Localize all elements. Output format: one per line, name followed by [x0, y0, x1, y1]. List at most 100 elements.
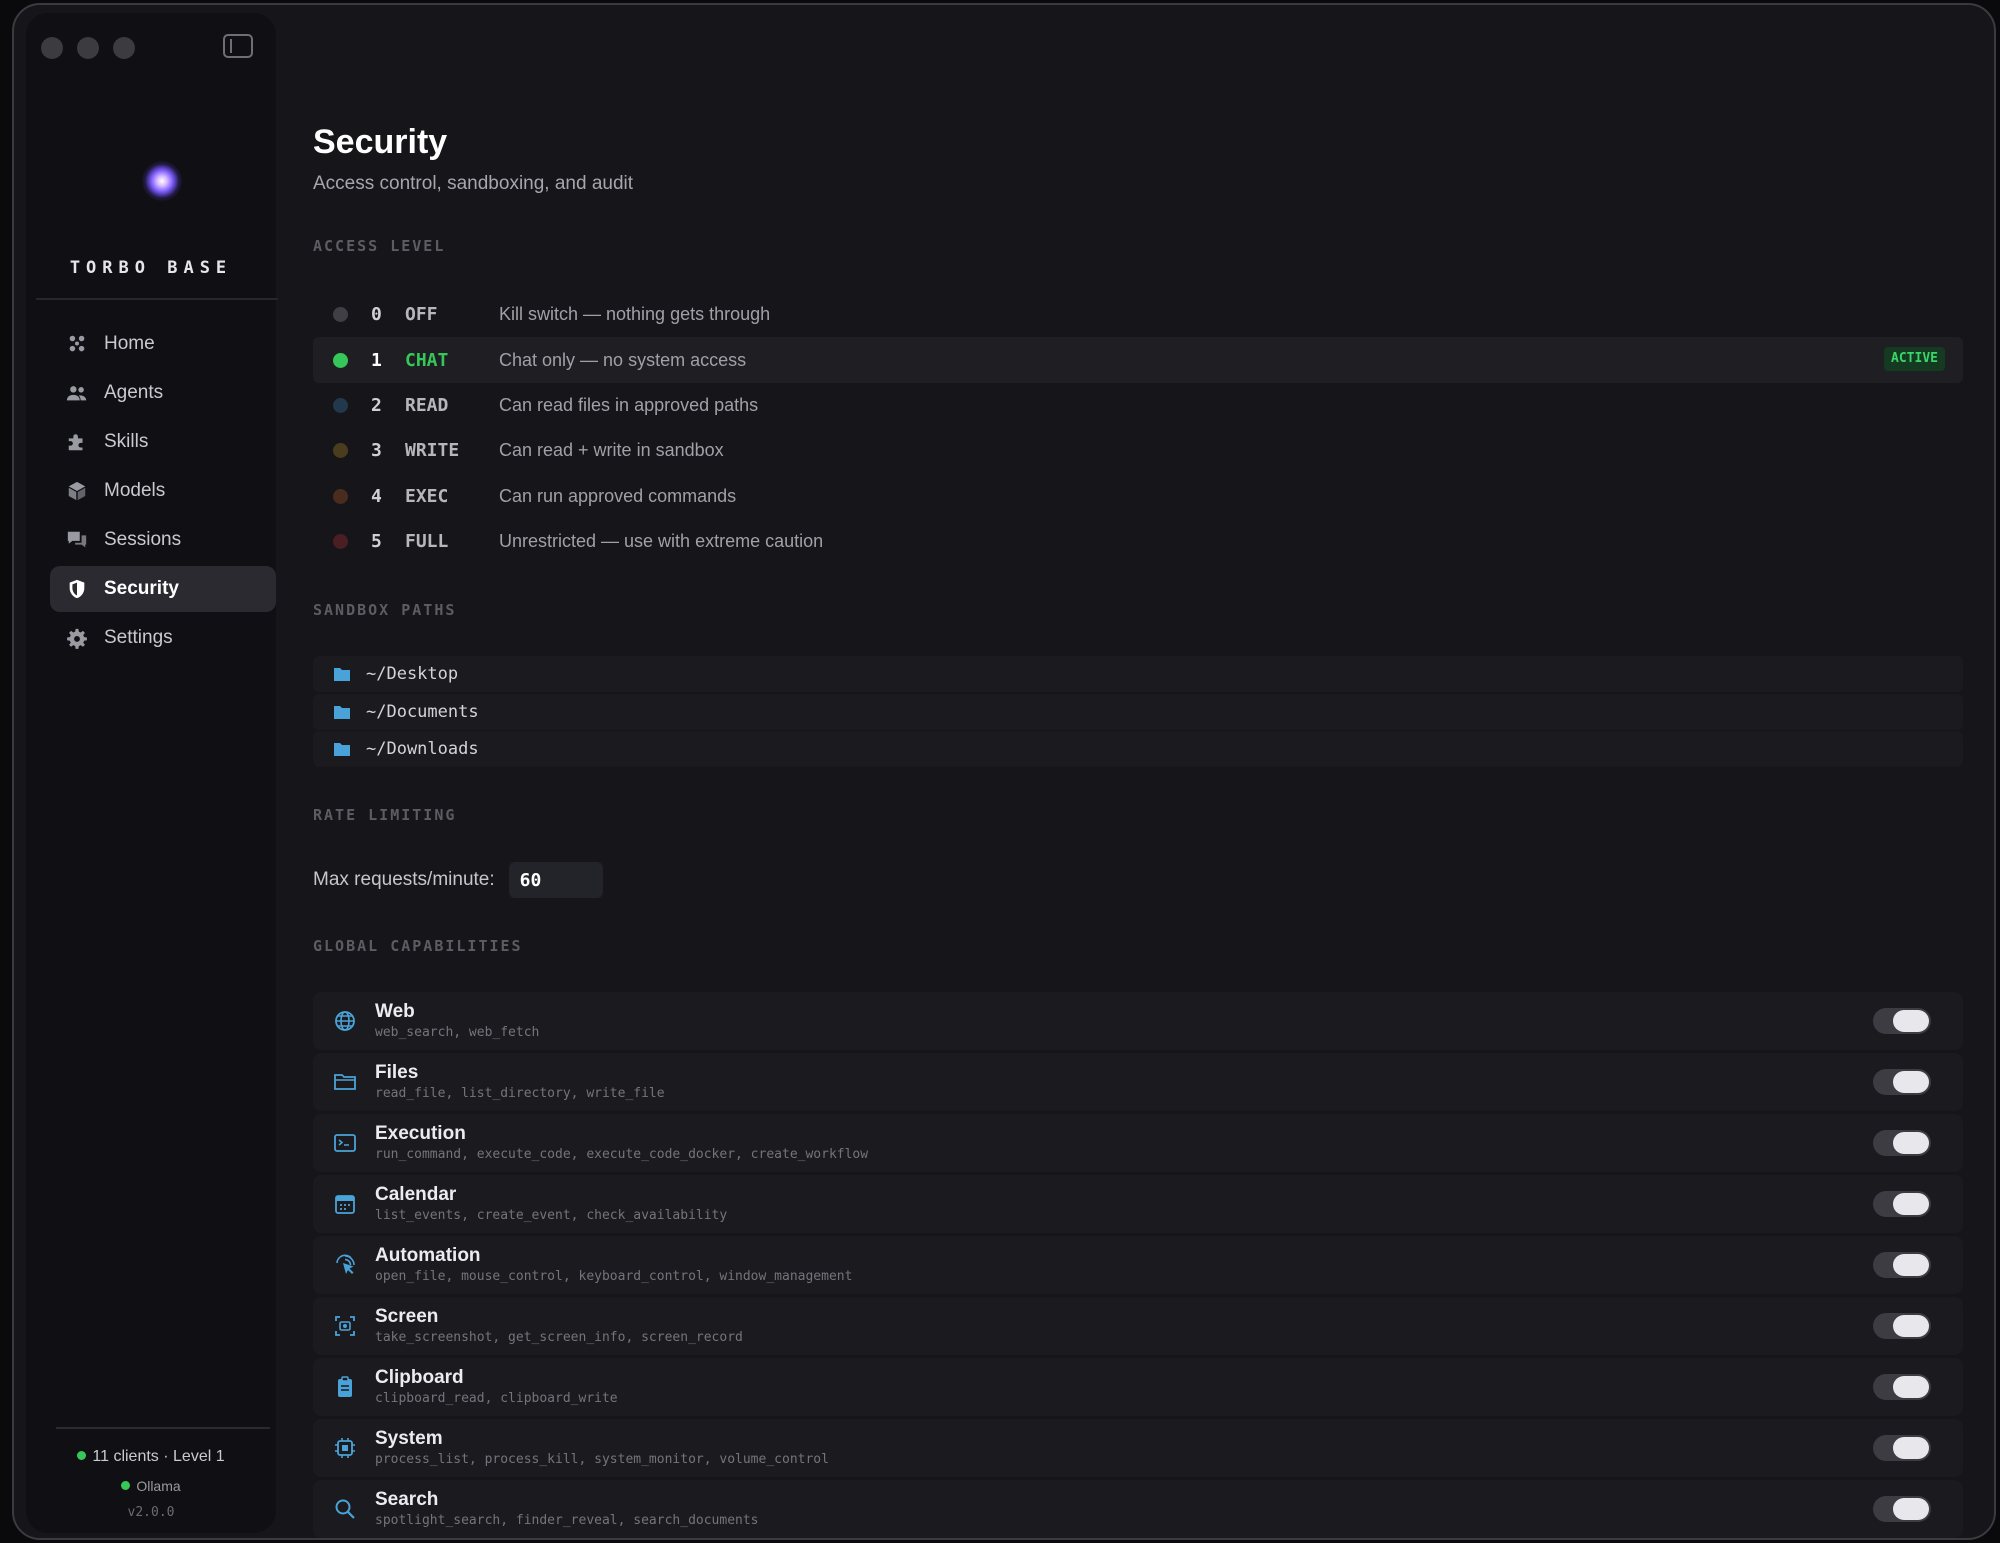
sidebar-nav: Home Agents Skills Models Sessions Secur… — [50, 321, 276, 664]
capability-tools: take_screenshot, get_screen_info, screen… — [375, 1329, 743, 1345]
app-version: v2.0.0 — [127, 1505, 175, 1520]
capability-name: Search — [375, 1488, 439, 1510]
capability-text: Execution run_command, execute_code, exec… — [375, 1123, 868, 1164]
brand-name: TORBO BASE — [69, 258, 233, 278]
level-number: 3 — [371, 440, 382, 462]
sidebar-item-security[interactable]: Security — [50, 566, 276, 612]
capability-toggle[interactable] — [1873, 1496, 1931, 1522]
home-icon — [69, 335, 85, 352]
capability-toggle[interactable] — [1873, 1252, 1931, 1278]
capability-row-screen: Screen take_screenshot, get_screen_info, … — [313, 1297, 1963, 1355]
sidebar-item-skills[interactable]: Skills — [50, 419, 276, 465]
connection-status: 11 clients · Level 1 — [26, 1448, 276, 1466]
sidebar-item-models[interactable]: Models — [50, 468, 276, 514]
sidebar-item-label: Settings — [104, 627, 173, 648]
app-window: TORBO BASE Home Agents Skills Models Ses… — [12, 3, 1996, 1540]
terminal-icon — [334, 1134, 356, 1152]
capability-toggle[interactable] — [1873, 1130, 1931, 1156]
level-description: Can run approved commands — [499, 485, 737, 506]
capability-toggle[interactable] — [1873, 1069, 1931, 1095]
toggle-knob — [1893, 1376, 1929, 1398]
max-requests-input[interactable] — [508, 862, 603, 898]
capability-text: Search spotlight_search, finder_reveal, s… — [375, 1489, 759, 1530]
capability-toggle[interactable] — [1873, 1191, 1931, 1217]
shield-icon — [69, 579, 85, 599]
capability-tools: run_command, execute_code, execute_code_… — [375, 1146, 869, 1162]
sandbox-path-row[interactable]: ~/Downloads — [313, 731, 1963, 767]
sandbox-path-row[interactable]: ~/Documents — [313, 693, 1963, 730]
capability-tools: read_file, list_directory, write_file — [375, 1085, 665, 1101]
capability-text: Automation open_file, mouse_control, keyb… — [375, 1245, 852, 1286]
sidebar: TORBO BASE Home Agents Skills Models Ses… — [26, 13, 278, 1533]
capability-toggle[interactable] — [1873, 1435, 1931, 1461]
access-level-full[interactable]: 5 FULL Unrestricted — use with extreme cau… — [313, 519, 1963, 564]
capability-row-search: Search spotlight_search, finder_reveal, s… — [313, 1480, 1963, 1538]
capability-text: Clipboard clipboard_read, clipboard_write — [375, 1367, 618, 1408]
capability-name: Screen — [375, 1305, 439, 1327]
level-number: 1 — [371, 349, 382, 371]
sidebar-item-home[interactable]: Home — [50, 321, 276, 367]
sandbox-path-row[interactable]: ~/Desktop — [313, 656, 1963, 692]
sidebar-item-agents[interactable]: Agents — [50, 370, 276, 416]
folder-icon — [334, 705, 350, 719]
folder-icon — [334, 668, 350, 681]
level-number: 5 — [371, 531, 382, 553]
active-badge: ACTIVE — [1884, 347, 1945, 372]
sidebar-footer-divider — [56, 1427, 270, 1429]
sidebar-divider — [36, 298, 278, 300]
sidebar-item-settings[interactable]: Settings — [50, 615, 276, 661]
capability-text: Calendar list_events, create_event, check… — [375, 1184, 727, 1225]
capability-text: System process_list, process_kill, system… — [375, 1428, 829, 1469]
capability-tools: process_list, process_kill, system_monit… — [375, 1451, 829, 1467]
clipboard-icon — [338, 1376, 352, 1397]
toggle-knob — [1893, 1132, 1929, 1154]
capability-row-execution: Execution run_command, execute_code, exec… — [313, 1114, 1963, 1172]
level-description: Unrestricted — use with extreme caution — [499, 531, 824, 552]
level-name: FULL — [405, 531, 449, 553]
level-description: Chat only — no system access — [499, 349, 747, 370]
page-subtitle: Access control, sandboxing, and audit — [313, 173, 634, 194]
access-level-write[interactable]: 3 WRITE Can read + write in sandbox — [313, 428, 1963, 473]
minimize-window-button[interactable] — [77, 37, 99, 59]
level-number: 2 — [371, 394, 382, 416]
sidebar-item-label: Security — [104, 578, 179, 599]
rate-limiting-heading: RATE LIMITING — [313, 806, 457, 824]
cube-icon — [68, 481, 86, 501]
capability-toggle[interactable] — [1873, 1374, 1931, 1400]
sidebar-item-label: Skills — [104, 431, 149, 452]
access-level-chat[interactable]: 1 CHAT Chat only — no system access ACTIVE — [313, 337, 1963, 383]
capability-toggle[interactable] — [1873, 1313, 1931, 1339]
maximize-window-button[interactable] — [113, 37, 135, 59]
level-name: READ — [405, 394, 449, 416]
access-level-off[interactable]: 0 OFF Kill switch — nothing gets through — [313, 292, 1963, 337]
capability-text: Screen take_screenshot, get_screen_info, … — [375, 1306, 743, 1347]
ollama-status: Ollama — [26, 1478, 276, 1494]
capability-name: Execution — [375, 1122, 466, 1144]
access-level-read[interactable]: 2 READ Can read files in approved paths — [313, 383, 1963, 428]
sidebar-item-sessions[interactable]: Sessions — [50, 517, 276, 563]
folder-icon — [334, 1074, 356, 1090]
connection-status-text: 11 clients · Level 1 — [92, 1448, 225, 1465]
capability-toggle[interactable] — [1873, 1008, 1931, 1034]
level-indicator-icon — [333, 352, 348, 368]
level-indicator-icon — [333, 443, 348, 459]
access-level-list: 0 OFF Kill switch — nothing gets through 1 C… — [313, 292, 1963, 564]
toggle-knob — [1893, 1437, 1929, 1459]
globe-icon — [335, 1011, 355, 1031]
capability-name: Automation — [375, 1244, 481, 1266]
capability-row-automation: Automation open_file, mouse_control, keyb… — [313, 1236, 1963, 1294]
agents-icon — [66, 386, 87, 401]
close-window-button[interactable] — [41, 37, 63, 59]
folder-icon — [334, 743, 350, 756]
level-indicator-icon — [333, 488, 348, 504]
access-level-exec[interactable]: 4 EXEC Can run approved commands — [313, 474, 1963, 519]
level-number: 0 — [371, 304, 382, 326]
level-number: 4 — [371, 485, 382, 507]
toggle-knob — [1893, 1010, 1929, 1032]
sidebar-item-label: Home — [104, 333, 155, 354]
sidebar-toggle-icon[interactable] — [223, 34, 253, 58]
sandbox-path-text: ~/Desktop — [366, 664, 459, 684]
level-name: EXEC — [405, 485, 449, 507]
level-indicator-icon — [333, 307, 348, 323]
page-title: Security — [313, 123, 448, 161]
